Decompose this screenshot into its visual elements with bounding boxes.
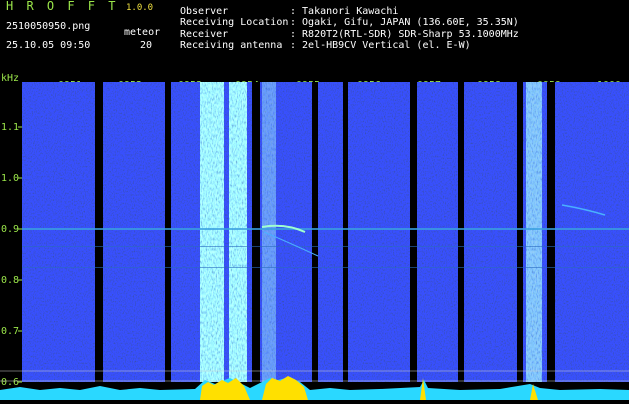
y-tick-label: 0.7 [1, 326, 19, 337]
time-gap [252, 82, 260, 382]
date-time: 25.10.05 09:50 [6, 40, 91, 51]
location-label: Receiving Location [180, 17, 289, 28]
time-gap [458, 82, 464, 382]
file-name: 2510050950.png [6, 21, 91, 32]
meteor-burst-band [200, 82, 224, 382]
y-tick-label: 1.1 [1, 122, 19, 133]
time-gap [343, 82, 348, 382]
y-tick-label: 0.6 [1, 377, 19, 388]
location-value: : Ogaki, Gifu, JAPAN (136.60E, 35.35N) [290, 17, 519, 28]
antenna-label: Receiving antenna [180, 40, 283, 51]
y-ticks: 1.1 1.0 0.9 0.8 0.7 0.6 [1, 122, 22, 388]
observer-label: Observer [180, 6, 229, 17]
meteor-burst-band [526, 82, 542, 382]
time-gap [410, 82, 417, 382]
time-gap [165, 82, 171, 382]
time-gap [547, 82, 555, 382]
observer-value: : Takanori Kawachi [290, 6, 399, 17]
app-title: H R O F F T [6, 0, 119, 13]
spectrogram: 1.1 1.0 0.9 0.8 0.7 0.6 [0, 78, 629, 400]
y-tick-label: 1.0 [1, 173, 19, 184]
time-gap [95, 82, 103, 382]
y-tick-label: 0.8 [1, 275, 19, 286]
time-gap [517, 82, 523, 382]
carrier-line [22, 228, 629, 230]
antenna-value: : 2el-HB9CV Vertical (el. E-W) [290, 40, 471, 51]
time-gap [312, 82, 318, 382]
side-line [22, 246, 629, 247]
y-tick-label: 0.9 [1, 224, 19, 235]
app-version: 1.0.0 [126, 3, 154, 13]
receiver-value: : R820T2(RTL-SDR) SDR-Sharp 53.1000MHz [290, 29, 519, 40]
meteor-count: 20 [140, 40, 153, 51]
meteor-label: meteor [124, 27, 161, 38]
side-line [22, 267, 629, 268]
receiver-label: Receiver [180, 29, 229, 40]
meteor-burst-band [229, 82, 247, 382]
